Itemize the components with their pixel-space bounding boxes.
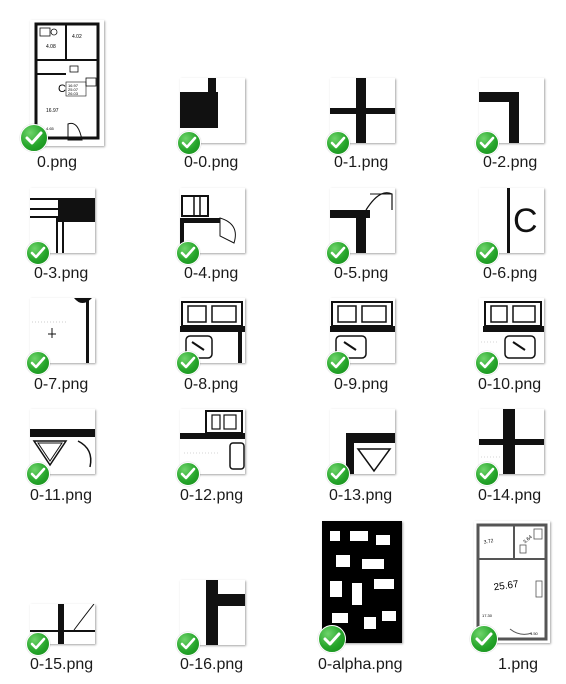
svg-text:17.30: 17.30 bbox=[482, 613, 493, 618]
file-name: 0-1.png bbox=[334, 154, 389, 171]
checkmark-icon bbox=[26, 462, 50, 486]
file-name: 0-6.png bbox=[483, 265, 538, 282]
checkmark-icon bbox=[176, 632, 200, 656]
checkmark-icon bbox=[20, 124, 48, 152]
checkmark-icon bbox=[26, 241, 50, 265]
file-name: 0-8.png bbox=[184, 376, 239, 393]
room-letter: C bbox=[58, 83, 66, 95]
checkmark-icon bbox=[470, 625, 498, 653]
svg-text:4.65: 4.65 bbox=[46, 126, 55, 131]
file-name: 0-3.png bbox=[34, 265, 89, 282]
file-name: 0-0.png bbox=[184, 154, 239, 171]
room-area-label: 16.97 bbox=[46, 108, 59, 114]
file-name: 0-15.png bbox=[30, 656, 94, 673]
checkmark-icon bbox=[326, 131, 350, 155]
checkmark-icon bbox=[475, 462, 499, 486]
checkmark-icon bbox=[326, 241, 350, 265]
file-name: 0-11.png bbox=[30, 487, 92, 504]
checkmark-icon bbox=[176, 351, 200, 375]
checkmark-icon bbox=[26, 632, 50, 656]
checkmark-icon bbox=[176, 241, 200, 265]
checkmark-icon bbox=[475, 241, 499, 265]
checkmark-icon bbox=[177, 131, 201, 155]
file-name: 0-2.png bbox=[483, 154, 538, 171]
checkmark-icon bbox=[475, 351, 499, 375]
file-name: 0-alpha.png bbox=[318, 656, 403, 673]
file-name: 0-5.png bbox=[334, 265, 389, 282]
checkmark-icon bbox=[475, 131, 499, 155]
checkmark-icon bbox=[326, 462, 350, 486]
file-name: 0-14.png bbox=[478, 487, 542, 504]
file-name: 0-12.png bbox=[180, 487, 244, 504]
checkmark-icon bbox=[326, 351, 350, 375]
file-name: 1.png bbox=[498, 656, 539, 673]
checkmark-icon bbox=[176, 462, 200, 486]
file-name: 0-4.png bbox=[184, 265, 239, 282]
file-name: 0-10.png bbox=[478, 376, 542, 393]
checkmark-icon bbox=[318, 625, 346, 653]
file-name: 0-9.png bbox=[334, 376, 389, 393]
room-letter: C bbox=[513, 202, 538, 240]
checkmark-icon bbox=[26, 351, 50, 375]
file-name: 0-13.png bbox=[329, 487, 393, 504]
file-name: 0-16.png bbox=[180, 656, 244, 673]
svg-text:26.03: 26.03 bbox=[68, 91, 79, 96]
file-name: 0.png bbox=[37, 154, 78, 171]
room-area-label: 4.08 bbox=[46, 44, 56, 50]
file-name: 0-7.png bbox=[34, 376, 89, 393]
room-area-label: 4.02 bbox=[72, 34, 82, 40]
